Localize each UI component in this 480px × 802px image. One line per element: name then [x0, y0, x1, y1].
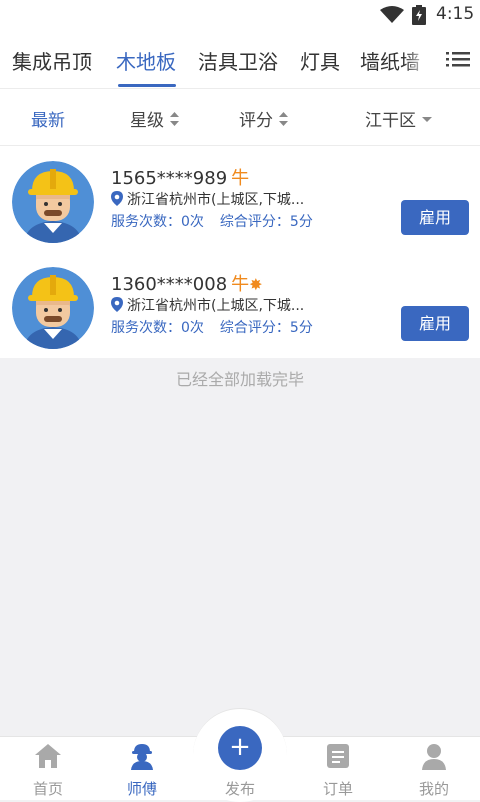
dropdown-icon	[422, 117, 432, 122]
filter-stars-label: 星级	[130, 111, 164, 131]
tab-category-sanitary[interactable]: 洁具卫浴	[198, 46, 278, 75]
worker-avatar-icon	[12, 267, 94, 349]
hire-button[interactable]: 雇用	[401, 200, 469, 235]
sort-icon	[279, 112, 288, 126]
tab-category-ceiling[interactable]: 集成吊顶	[12, 46, 92, 75]
worker-location-text: 浙江省杭州市(上城区,下城...	[127, 298, 305, 314]
sort-icon	[170, 112, 179, 126]
nav-publish-label[interactable]: 发布	[192, 778, 288, 799]
nav-orders-label: 订单	[322, 780, 353, 798]
worker-level-badge: 牛	[231, 274, 250, 295]
order-icon	[327, 744, 349, 768]
filter-district-label: 江干区	[365, 111, 416, 131]
worker-icon	[131, 744, 153, 770]
status-time: 4:15	[436, 4, 475, 24]
home-icon	[35, 744, 61, 768]
worker-phone-number: 1565****989	[111, 168, 228, 189]
filter-district[interactable]: 江干区	[365, 106, 432, 131]
hire-button[interactable]: 雇用	[401, 306, 469, 341]
status-bar: 4:15	[0, 0, 480, 30]
active-tab-indicator	[118, 84, 176, 87]
plus-icon[interactable]: +	[218, 726, 262, 770]
filter-stars[interactable]: 星级	[130, 106, 179, 131]
worker-star-badge: ✸	[249, 275, 263, 294]
category-tabs: 集成吊顶 木地板 洁具卫浴 灯具 墙纸墙	[0, 30, 480, 88]
tab-category-lamps[interactable]: 灯具	[300, 46, 340, 75]
nav-workers-label: 师傅	[126, 780, 157, 798]
tab-category-wood-floor[interactable]: 木地板	[116, 46, 176, 75]
worker-phone-number: 1360****008	[111, 274, 228, 295]
wifi-icon	[380, 6, 404, 23]
worker-list: 1565****989 牛 浙江省杭州市(上城区,下城... 服务次数：0次 综合评…	[0, 146, 480, 358]
nav-home-label: 首页	[32, 780, 63, 798]
load-complete-text: 已经全部加载完毕	[175, 370, 304, 389]
worker-location-text: 浙江省杭州市(上城区,下城...	[127, 192, 305, 208]
filter-newest-label: 最新	[31, 111, 65, 131]
list-menu-icon[interactable]	[446, 48, 470, 70]
overall-rating: 综合评分：5分	[219, 320, 313, 336]
filter-bar: 最新 星级 评分 江干区	[0, 88, 480, 146]
battery-charging-icon	[412, 5, 426, 25]
worker-avatar-icon	[12, 161, 94, 243]
tabs-fade-overlay	[404, 30, 430, 88]
service-count: 服务次数：0次	[111, 320, 204, 336]
worker-level-badge: 牛	[231, 168, 250, 189]
profile-icon	[422, 744, 446, 770]
worker-location: 浙江省杭州市(上城区,下城...	[111, 295, 304, 315]
filter-rating-label: 评分	[239, 111, 273, 131]
nav-home[interactable]: 首页	[0, 736, 96, 800]
service-count: 服务次数：0次	[111, 214, 204, 230]
nav-orders[interactable]: 订单	[290, 736, 386, 800]
nav-workers[interactable]: 师傅	[94, 736, 190, 800]
location-pin-icon	[111, 190, 123, 206]
worker-location: 浙江省杭州市(上城区,下城...	[111, 189, 304, 209]
location-pin-icon	[111, 296, 123, 312]
filter-rating[interactable]: 评分	[239, 106, 288, 131]
worker-phone: 1360****008 牛✸	[111, 270, 263, 296]
nav-profile[interactable]: 我的	[386, 736, 480, 800]
worker-phone: 1565****989 牛	[111, 164, 249, 190]
worker-card[interactable]: 1360****008 牛✸ 浙江省杭州市(上城区,下城... 服务次数：0次 综合…	[0, 252, 480, 358]
worker-stats: 服务次数：0次 综合评分：5分	[111, 317, 313, 337]
worker-stats: 服务次数：0次 综合评分：5分	[111, 211, 313, 231]
overall-rating: 综合评分：5分	[219, 214, 313, 230]
filter-newest[interactable]: 最新	[31, 106, 65, 131]
worker-card[interactable]: 1565****989 牛 浙江省杭州市(上城区,下城... 服务次数：0次 综合评…	[0, 146, 480, 252]
nav-profile-label: 我的	[418, 780, 449, 798]
